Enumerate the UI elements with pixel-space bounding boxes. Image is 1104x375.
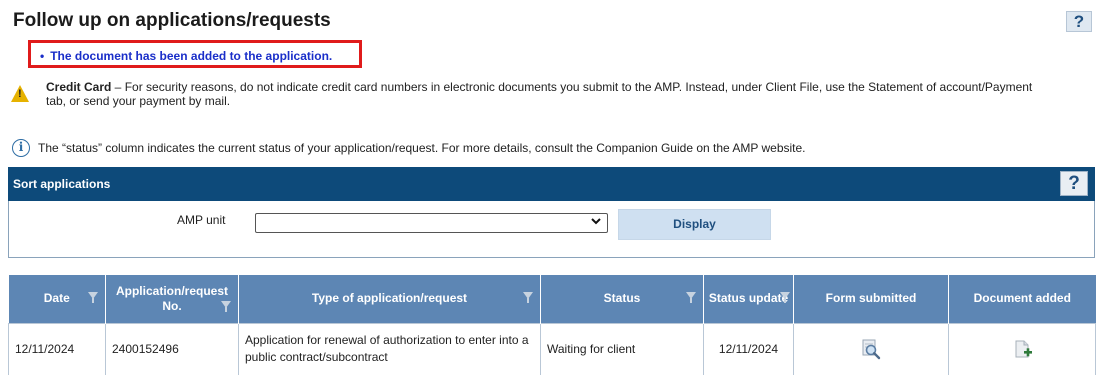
cell-number: 2400152496: [105, 322, 239, 375]
credit-card-text: For security reasons, do not indicate cr…: [46, 80, 1033, 108]
sort-applications-bar: Sort applications ?: [8, 167, 1095, 201]
table-header-row: Date Application/request No. Type of app…: [8, 275, 1096, 323]
info-icon: i: [12, 139, 30, 157]
status-note: The “status” column indicates the curren…: [38, 141, 806, 155]
magnifier-icon[interactable]: [860, 338, 882, 360]
page-title: Follow up on applications/requests: [13, 10, 331, 31]
column-header-type-label: Type of application/request: [311, 291, 468, 306]
confirmation-text: The document has been added to the appli…: [50, 49, 333, 63]
column-header-form-submitted-label: Form submitted: [825, 291, 917, 306]
sort-panel: AMP unit Display: [8, 201, 1095, 258]
column-header-status[interactable]: Status: [540, 275, 704, 323]
credit-card-dash: –: [111, 80, 125, 94]
column-header-type[interactable]: Type of application/request: [238, 275, 541, 323]
warning-icon: !: [11, 85, 29, 102]
confirmation-message: • The document has been added to the appl…: [28, 40, 362, 68]
column-header-status-update-label: Status update: [708, 291, 789, 306]
warning-glyph: !: [18, 88, 22, 100]
chevron-down-icon: [591, 216, 601, 229]
cell-date: 12/11/2024: [8, 322, 106, 375]
cell-document-added: [948, 322, 1096, 375]
filter-icon[interactable]: [88, 292, 98, 303]
confirmation-bullet: •: [40, 49, 45, 63]
column-header-status-update[interactable]: Status update: [703, 275, 794, 323]
amp-unit-select[interactable]: [255, 213, 608, 233]
filter-icon[interactable]: [686, 292, 696, 303]
help-button[interactable]: ?: [1066, 11, 1092, 32]
column-header-number-line2: No.: [162, 298, 182, 313]
credit-card-notice: Credit Card – For security reasons, do n…: [46, 80, 1036, 108]
column-header-number[interactable]: Application/request No.: [105, 275, 239, 323]
column-header-status-label: Status: [603, 291, 641, 306]
add-document-icon[interactable]: [1013, 339, 1032, 359]
sort-title: Sort applications: [13, 177, 111, 191]
cell-form-submitted: [793, 322, 949, 375]
filter-icon[interactable]: [523, 292, 533, 303]
filter-icon[interactable]: [221, 301, 231, 312]
table-row: 12/11/2024 2400152496 Application for re…: [8, 322, 1096, 375]
display-button[interactable]: Display: [618, 209, 771, 240]
column-header-number-line1: Application/request: [115, 283, 228, 298]
column-header-date-label: Date: [43, 291, 70, 306]
credit-card-title: Credit Card: [46, 80, 112, 94]
column-header-form-submitted: Form submitted: [793, 275, 949, 323]
cell-type: Application for renewal of authorization…: [238, 322, 541, 375]
column-header-date[interactable]: Date: [8, 275, 106, 323]
amp-unit-label: AMP unit: [177, 213, 226, 227]
cell-status: Waiting for client: [540, 322, 704, 375]
applications-table: Date Application/request No. Type of app…: [8, 275, 1096, 375]
column-header-document-added: Document added: [948, 275, 1096, 323]
column-header-document-added-label: Document added: [973, 291, 1071, 306]
cell-status-update: 12/11/2024: [703, 322, 794, 375]
sort-help-button[interactable]: ?: [1060, 171, 1088, 196]
filter-icon[interactable]: [780, 292, 790, 303]
